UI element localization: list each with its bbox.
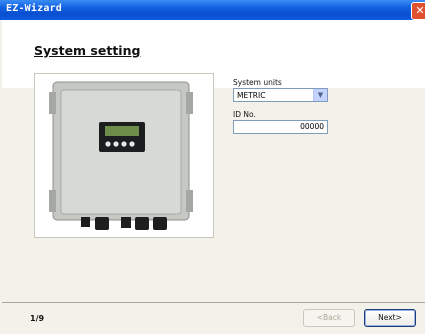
title-bar: EZ-Wizard ✕ [0, 0, 425, 20]
page-title: System setting [34, 43, 141, 58]
footer-divider [2, 302, 425, 303]
close-icon: ✕ [415, 4, 425, 17]
window-title: EZ-Wizard [6, 3, 62, 14]
step-indicator: 1/9 [30, 314, 45, 323]
back-button[interactable]: <Back [303, 309, 355, 327]
system-units-select[interactable]: METRIC ▼ [233, 88, 328, 102]
id-no-field[interactable]: 00000 [233, 120, 328, 134]
next-button[interactable]: Next> [364, 309, 416, 327]
wizard-window: EZ-Wizard ✕ System setting System units … [0, 0, 425, 334]
system-units-label: System units [233, 78, 282, 87]
dropdown-arrow-icon[interactable]: ▼ [313, 89, 327, 101]
system-units-value: METRIC [237, 91, 266, 100]
close-button[interactable]: ✕ [411, 2, 425, 20]
device-image [34, 73, 214, 238]
id-no-label: ID No. [233, 110, 256, 119]
